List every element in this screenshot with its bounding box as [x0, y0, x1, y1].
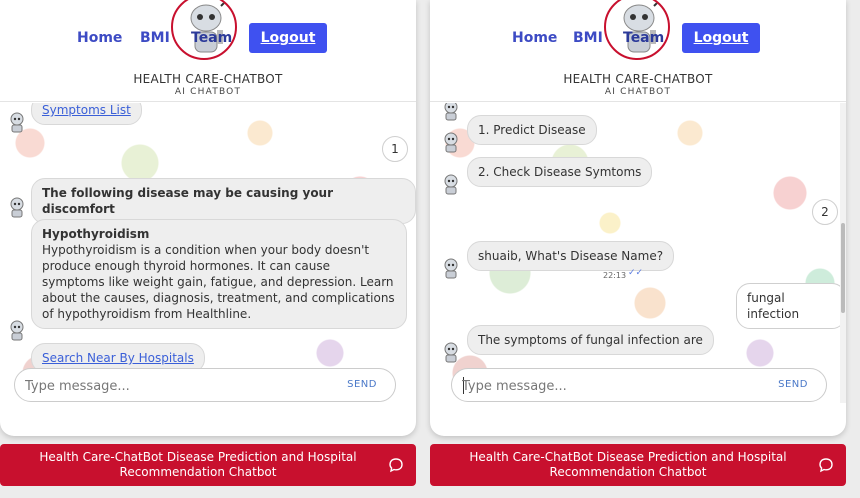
- chat-bubble-icon: [389, 458, 403, 473]
- launcher-title: Health Care-ChatBot Disease Prediction a…: [39, 450, 357, 479]
- bot-symptoms-message: The symptoms of fungal infection are: [467, 325, 714, 355]
- brand-title: HEALTH CARE-CHATBOT: [563, 72, 713, 86]
- disease-header-message: The following disease may be causing you…: [31, 178, 416, 224]
- nav-home-link[interactable]: Home: [512, 30, 557, 46]
- launcher-title: Health Care-ChatBot Disease Prediction a…: [469, 450, 787, 479]
- message-timestamp: 22:13: [603, 271, 627, 280]
- message-input[interactable]: [25, 376, 325, 396]
- brand-subtitle: AI CHATBOT: [604, 87, 672, 97]
- symptoms-list-message: Symptoms List: [31, 103, 142, 125]
- message-input[interactable]: [462, 376, 762, 396]
- user-message: 2: [812, 199, 838, 225]
- nav-bmi-link[interactable]: BMI: [140, 30, 170, 46]
- send-button[interactable]: SEND: [778, 379, 808, 390]
- logout-button[interactable]: Logout: [682, 23, 760, 53]
- symptoms-list-link[interactable]: Symptoms List: [42, 103, 131, 117]
- bot-avatar-icon: [444, 174, 458, 195]
- search-hospitals-link[interactable]: Search Near By Hospitals: [42, 351, 194, 365]
- nav-home-link[interactable]: Home: [77, 30, 122, 46]
- nav-team-link[interactable]: Team: [623, 30, 664, 46]
- option-predict-disease: 1. Predict Disease: [467, 115, 597, 145]
- brand-title: HEALTH CARE-CHATBOT: [133, 72, 283, 86]
- bot-avatar-icon: [444, 342, 458, 363]
- header: Home BMI Team Logout HEALTH CARE-CHATBOT…: [430, 0, 846, 102]
- logout-button[interactable]: Logout: [249, 23, 327, 53]
- disease-name: Hypothyroidism: [42, 227, 150, 241]
- chatbot-launcher[interactable]: Health Care-ChatBot Disease Prediction a…: [430, 444, 846, 486]
- disease-description: Hypothyroidism is a condition when your …: [42, 243, 395, 321]
- bot-avatar-icon: [444, 103, 458, 121]
- chat-bubble-icon: [819, 458, 833, 473]
- bot-avatar-icon: [444, 258, 458, 279]
- header: Home BMI Team Logout HEALTH CARE-CHATBOT…: [0, 0, 416, 102]
- chat-window: Home BMI Team Logout HEALTH CARE-CHATBOT…: [430, 0, 846, 436]
- read-check-icon: ✓✓: [628, 267, 644, 277]
- chat-panel-left: Home BMI Team Logout HEALTH CARE-CHATBOT…: [0, 0, 416, 498]
- bot-avatar-icon: [10, 197, 24, 218]
- disease-info-message: Hypothyroidism Hypothyroidism is a condi…: [31, 219, 407, 329]
- brand-subtitle: AI CHATBOT: [174, 87, 242, 97]
- nav-bmi-link[interactable]: BMI: [573, 30, 603, 46]
- message-list[interactable]: Symptoms List 1 The following disease ma…: [0, 103, 416, 403]
- chatbot-launcher[interactable]: Health Care-ChatBot Disease Prediction a…: [0, 444, 416, 486]
- option-check-symptoms: 2. Check Disease Symtoms: [467, 157, 653, 187]
- chat-window: Home BMI Team Logout HEALTH CARE-CHATBOT…: [0, 0, 416, 436]
- message-list[interactable]: 1. Predict Disease 2. Check Disease Symt…: [430, 103, 846, 403]
- user-disease-message: fungal infection: [736, 283, 846, 329]
- chat-panel-right: Home BMI Team Logout HEALTH CARE-CHATBOT…: [430, 0, 846, 498]
- nav-team-link[interactable]: Team: [191, 30, 232, 46]
- bot-avatar-icon: [10, 112, 24, 133]
- message-input-bar: SEND: [451, 368, 827, 402]
- bot-avatar-icon: [10, 320, 24, 341]
- send-button[interactable]: SEND: [347, 379, 377, 390]
- message-input-bar: SEND: [14, 368, 396, 402]
- message-scrollbar[interactable]: [840, 103, 846, 403]
- user-message: 1: [382, 136, 408, 162]
- scrollbar-thumb[interactable]: [841, 223, 845, 313]
- bot-avatar-icon: [444, 132, 458, 153]
